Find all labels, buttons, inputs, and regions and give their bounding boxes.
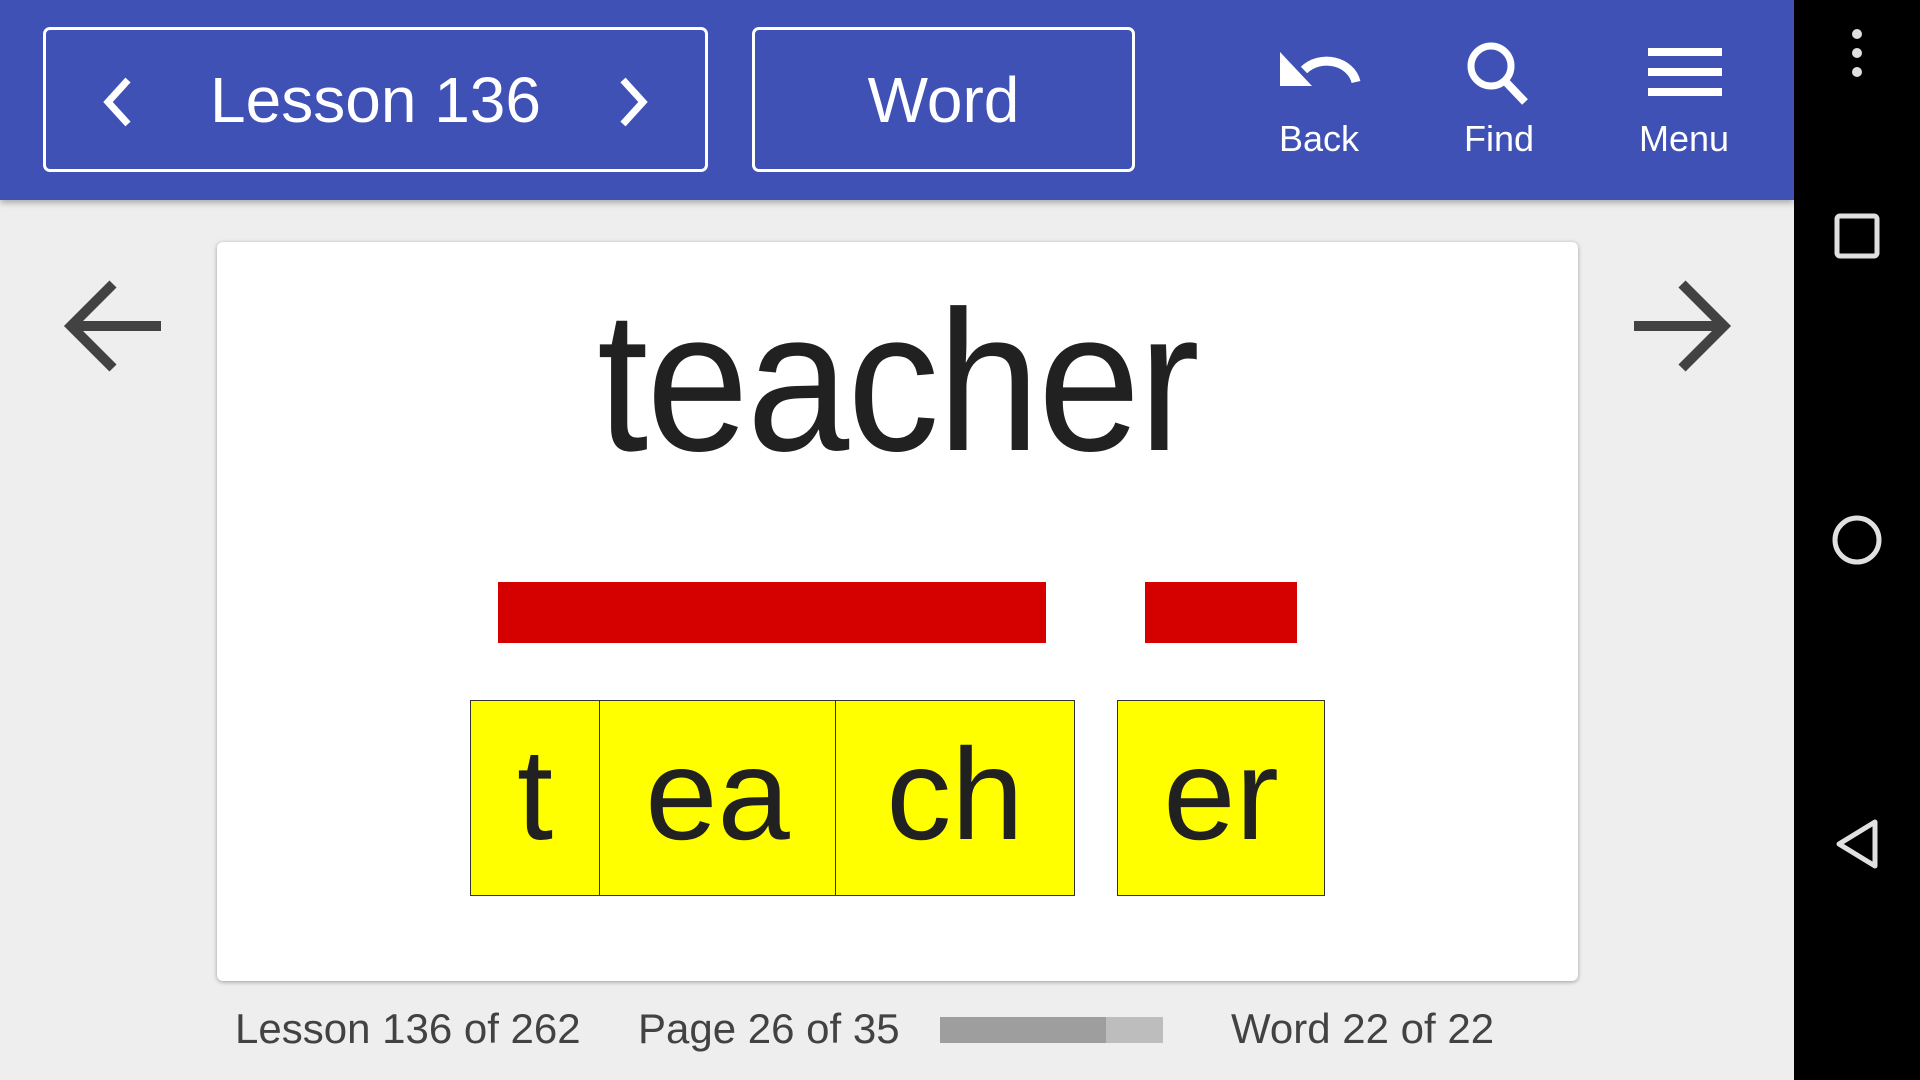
home-icon xyxy=(1832,515,1882,565)
next-word-button[interactable] xyxy=(1632,278,1732,375)
system-back-button[interactable] xyxy=(1794,818,1920,870)
phoneme-tile[interactable]: er xyxy=(1117,700,1325,896)
app-bar: Lesson 136 Word Back Find Menu xyxy=(0,0,1794,200)
find-action-button[interactable]: Find xyxy=(1429,40,1569,170)
word-status: Word 22 of 22 xyxy=(1231,1005,1495,1052)
back-label: Back xyxy=(1278,118,1360,159)
lesson-status: Lesson 136 of 262 xyxy=(235,1005,581,1052)
back-triangle-icon xyxy=(1836,819,1878,869)
overflow-dots-icon xyxy=(1852,29,1862,77)
undo-icon xyxy=(1280,52,1361,86)
system-navigation-bar xyxy=(1794,0,1920,1080)
menu-label: Menu xyxy=(1638,118,1730,159)
arrow-right-icon xyxy=(1634,280,1732,372)
mode-word-button[interactable]: Word xyxy=(752,27,1135,172)
recents-button[interactable] xyxy=(1794,213,1920,259)
hamburger-menu-icon xyxy=(1648,48,1722,96)
search-icon xyxy=(1467,42,1528,105)
phoneme-tile[interactable]: t xyxy=(470,700,600,896)
next-lesson-button[interactable] xyxy=(605,74,657,130)
word-card: teacher t ea ch er xyxy=(217,242,1578,981)
back-action-button[interactable]: Back xyxy=(1249,40,1389,170)
lesson-selector: Lesson 136 xyxy=(43,27,708,172)
page-status: Page 26 of 35 xyxy=(638,1005,900,1052)
word-text: teacher xyxy=(597,270,1200,493)
page-progress-bar xyxy=(940,1017,1163,1043)
home-button[interactable] xyxy=(1794,514,1920,566)
recents-icon xyxy=(1834,213,1880,259)
app-screen: Lesson 136 Word Back Find Menu teacher t… xyxy=(0,0,1794,1080)
syllable-bar xyxy=(1145,582,1297,643)
chevron-right-icon xyxy=(620,77,648,127)
phoneme-tile[interactable]: ch xyxy=(835,700,1075,896)
arrow-left-icon xyxy=(63,280,161,372)
menu-action-button[interactable]: Menu xyxy=(1614,40,1754,170)
page-progress-fill xyxy=(940,1017,1106,1043)
overflow-menu-button[interactable] xyxy=(1794,28,1920,78)
find-label: Find xyxy=(1463,118,1535,159)
phoneme-tile[interactable]: ea xyxy=(599,700,836,896)
previous-word-button[interactable] xyxy=(63,278,163,375)
syllable-bar xyxy=(498,582,1046,643)
